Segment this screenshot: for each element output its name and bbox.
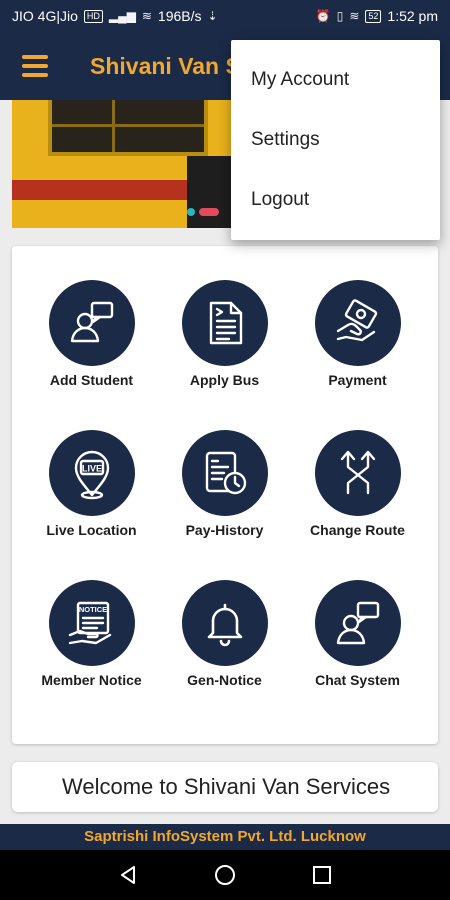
- tile-label: Live Location: [46, 522, 137, 538]
- wifi-calling-icon: ≋: [349, 9, 360, 23]
- tile-label: Chat System: [315, 672, 400, 688]
- tile-gen-notice[interactable]: Gen-Notice: [158, 580, 291, 688]
- banner-page-indicator: [187, 208, 219, 216]
- tile-change-route[interactable]: Change Route: [291, 430, 424, 538]
- services-grid: Add Student Apply Bus Payment LIVE Live …: [12, 246, 438, 744]
- tile-label: Change Route: [310, 522, 405, 538]
- menu-item-logout[interactable]: Logout: [231, 170, 440, 230]
- speed-text: 196B/s: [157, 8, 202, 24]
- live-location-icon: LIVE: [48, 430, 135, 516]
- tile-payment[interactable]: Payment: [291, 280, 424, 388]
- system-navigation-bar: [0, 850, 450, 900]
- tile-pay-history[interactable]: Pay-History: [158, 430, 291, 538]
- alarm-icon: ⏰: [315, 9, 331, 23]
- payment-icon: [314, 280, 401, 366]
- tile-member-notice[interactable]: NOTICE Member Notice: [25, 580, 158, 688]
- tile-label: Gen-Notice: [187, 672, 262, 688]
- tile-live-location[interactable]: LIVE Live Location: [25, 430, 158, 538]
- usb-icon: ⇣: [207, 9, 218, 23]
- tile-label: Apply Bus: [189, 372, 260, 388]
- pay-history-icon: [181, 430, 268, 516]
- wifi-icon: ≋: [141, 9, 152, 23]
- back-icon[interactable]: [108, 855, 148, 895]
- tile-label: Add Student: [49, 372, 134, 388]
- bell-icon: [181, 580, 268, 666]
- footer-company: Saptrishi InfoSystem Pvt. Ltd. Lucknow: [0, 824, 450, 850]
- tile-apply-bus[interactable]: Apply Bus: [158, 280, 291, 388]
- tile-label: Pay-History: [185, 522, 264, 538]
- status-left: JIO 4G|Jio HD ▂▄▆ ≋ 196B/s ⇣: [12, 8, 218, 24]
- welcome-text: Welcome to Shivani Van Services: [62, 774, 391, 799]
- document-icon: [181, 280, 268, 366]
- add-student-icon: [48, 280, 135, 366]
- signal-icon: ▂▄▆: [108, 9, 136, 23]
- carrier-text: JIO 4G|Jio: [12, 8, 78, 24]
- menu-item-settings[interactable]: Settings: [231, 110, 440, 170]
- status-bar: JIO 4G|Jio HD ▂▄▆ ≋ 196B/s ⇣ ⏰ ▯ ≋ 52 1:…: [0, 0, 450, 32]
- overflow-menu: My Account Settings Logout: [231, 40, 440, 240]
- home-icon[interactable]: [205, 855, 245, 895]
- notice-icon: NOTICE: [48, 580, 135, 666]
- recents-icon[interactable]: [302, 855, 342, 895]
- tile-label: Payment: [328, 372, 387, 388]
- svg-text:NOTICE: NOTICE: [78, 605, 106, 614]
- status-right: ⏰ ▯ ≋ 52 1:52 pm: [316, 8, 438, 24]
- tile-chat-system[interactable]: Chat System: [291, 580, 424, 688]
- change-route-icon: [314, 430, 401, 516]
- battery-indicator: 52: [365, 9, 382, 23]
- chat-icon: [314, 580, 401, 666]
- network-badge: HD: [83, 9, 103, 23]
- status-time: 1:52 pm: [387, 8, 438, 24]
- welcome-marquee: Welcome to Shivani Van Services: [12, 762, 438, 812]
- svg-text:LIVE: LIVE: [81, 464, 101, 474]
- tile-add-student[interactable]: Add Student: [25, 280, 158, 388]
- menu-item-my-account[interactable]: My Account: [231, 50, 440, 110]
- tile-label: Member Notice: [41, 672, 142, 688]
- vibrate-icon: ▯: [336, 9, 344, 23]
- hamburger-icon[interactable]: [22, 55, 48, 77]
